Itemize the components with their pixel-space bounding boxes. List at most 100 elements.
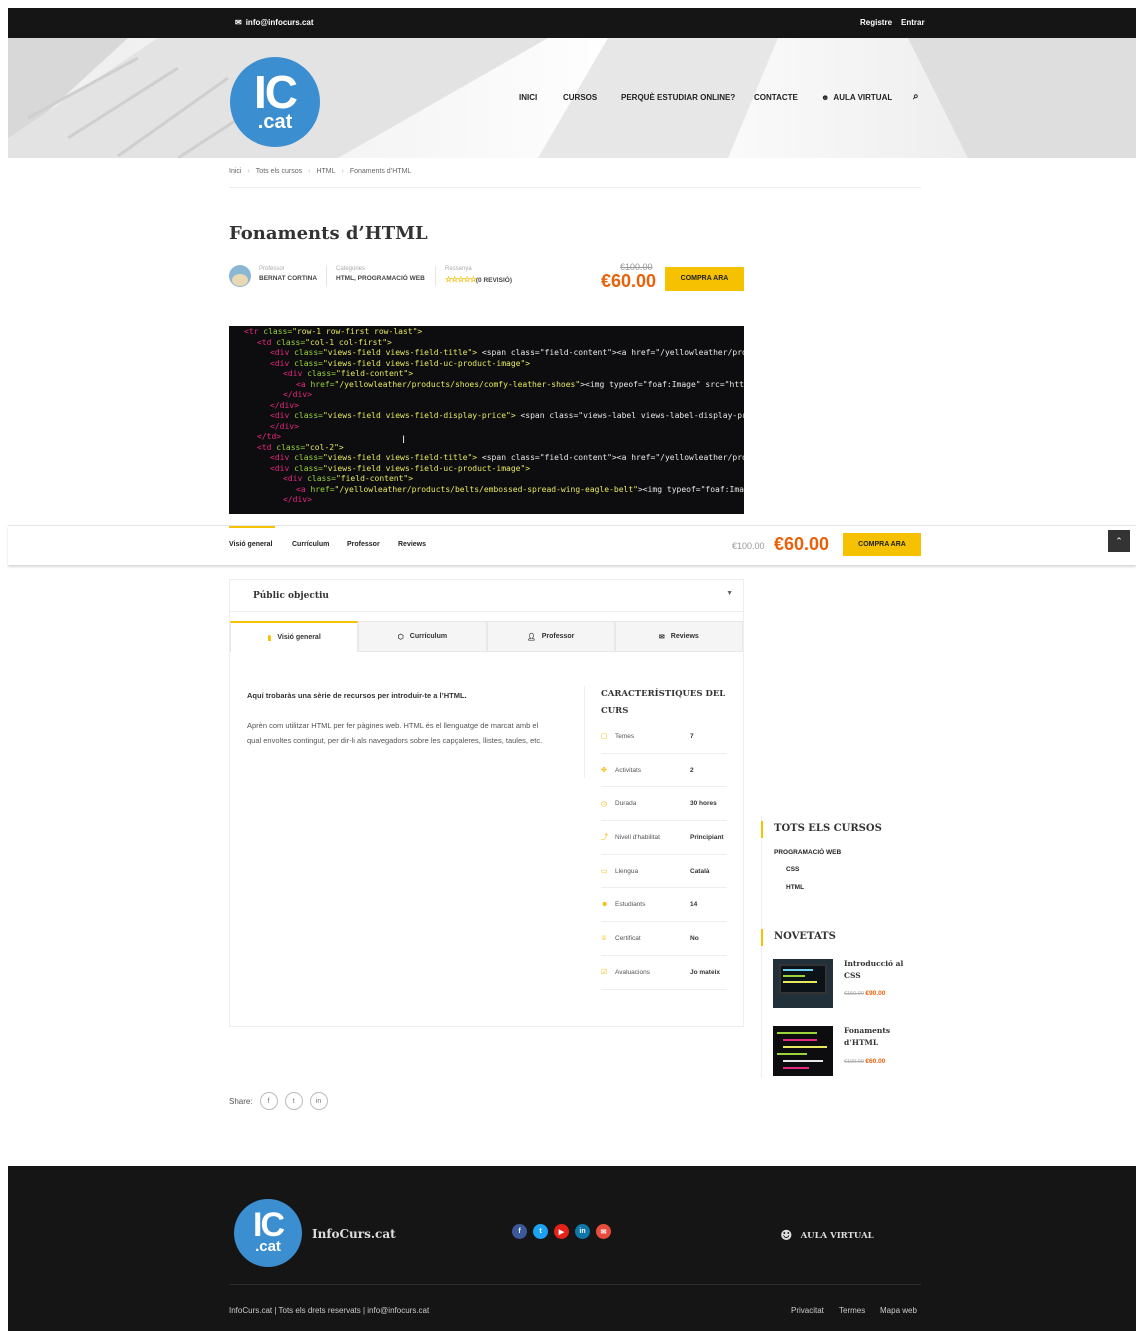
feature-label: Estudiants [615, 901, 646, 909]
nav-inici[interactable]: INICI [519, 93, 537, 102]
categories-value[interactable]: HTML, PROGRAMACIÓ WEB [336, 275, 425, 282]
tab-professor[interactable]: 👤︎ Professor [486, 621, 615, 652]
facebook-share-icon[interactable]: f [259, 1092, 278, 1110]
buy-button[interactable]: COMPRA ARA [665, 267, 744, 291]
feature-label: Activitats [615, 766, 642, 774]
new-course-title[interactable]: Fonaments d’HTML [844, 1025, 890, 1049]
certificate-icon: ♕ [601, 935, 608, 943]
tab-reviews[interactable]: ✉ Reviews [614, 621, 743, 652]
logo-ic: IC [254, 66, 298, 118]
new-course-title-line: Introducció al [844, 959, 904, 968]
tab-overview[interactable]: ▮ Visió general [230, 621, 359, 652]
course-tabs: ▮ Visió general ⬡ Currículum 👤︎ Professor ✉… [230, 621, 743, 652]
category-programacio-web[interactable]: PROGRAMACIÓ WEB [774, 849, 841, 856]
linkedin-icon[interactable]: in [575, 1224, 590, 1239]
clock-icon: ◷ [601, 800, 608, 808]
puzzle-icon: ✤ [601, 767, 607, 775]
new-course-thumb[interactable] [773, 959, 833, 1008]
feature-value: 7 [690, 732, 694, 740]
sticky-tab-overview[interactable]: Visió general [229, 541, 272, 548]
new-courses-title: NOVETATS [761, 929, 836, 946]
feature-label: Avaluacions [615, 968, 650, 976]
back-to-top-button[interactable]: ⌃ [1108, 530, 1130, 552]
tab-curriculum-label: Currículum [409, 633, 448, 640]
sticky-tab-professor[interactable]: Professor [347, 541, 380, 548]
feature-row: ▭ Llengua Català [601, 855, 727, 889]
category-html[interactable]: HTML [786, 884, 804, 891]
nav-aula-virtual[interactable]: ☻ AULA VIRTUAL [821, 93, 892, 102]
caret-down-icon: ▼ [726, 590, 733, 597]
code-line: <div class="views-field views-field-titl… [270, 348, 744, 357]
feature-value: Català [690, 867, 710, 875]
footer-aula-label: AULA VIRTUAL [800, 1231, 874, 1241]
users-icon: ☻ [780, 1228, 793, 1244]
nav-perque-estudiar[interactable]: PERQUÈ ESTUDIAR ONLINE? [621, 93, 735, 102]
nav-cursos[interactable]: CURSOS [563, 93, 597, 102]
footer-logo-cat: .cat [255, 1238, 281, 1255]
overview-intro: Aquí trobaràs una sèrie de recursos per … [247, 691, 467, 700]
code-line: </div> [283, 495, 312, 504]
course-features: CARACTERÍSTIQUES DEL CURS ▢ Temes 7 ✤ Activi… [584, 686, 727, 990]
new-course-title-line: Fonaments [844, 1026, 891, 1035]
feature-value: 2 [690, 766, 694, 774]
users-icon: ☻ [821, 93, 830, 102]
footer-link-privacitat[interactable]: Privacitat [791, 1306, 824, 1315]
feature-label: Llengua [615, 867, 639, 875]
footer-aula-virtual[interactable]: ☻ AULA VIRTUAL [780, 1228, 874, 1244]
code-line: <div class="views-field views-field-disp… [270, 411, 744, 420]
tab-reviews-label: Reviews [670, 633, 699, 640]
linkedin-share-icon[interactable]: in [309, 1092, 328, 1110]
new-course-prices: €100.00 €60.00 [844, 1058, 885, 1065]
footer-link-termes[interactable]: Termes [839, 1306, 865, 1315]
new-course-thumb[interactable] [773, 1026, 833, 1076]
email-icon[interactable]: ✉ [596, 1224, 611, 1239]
top-bar: ✉ info@infocurs.cat Registre Entrar [8, 8, 1136, 38]
new-course-old-price: €100.00 [844, 1059, 864, 1065]
new-course-title-line: d’HTML [844, 1038, 879, 1047]
code-line: <div class="views-field views-field-titl… [270, 453, 744, 462]
feature-label: Nivell d'habilitat [615, 833, 660, 841]
email-link[interactable]: ✉ info@infocurs.cat [235, 18, 314, 27]
footer-divider [229, 1284, 921, 1285]
overview-description: Aquí trobaràs una sèrie de recursos per … [247, 688, 547, 748]
youtube-icon[interactable]: ▶ [554, 1224, 569, 1239]
code-line: </td> [257, 432, 282, 441]
review-count: (0 REVISIÓ) [475, 277, 512, 284]
new-course-price: €60.00 [865, 1058, 886, 1065]
sticky-buy-button[interactable]: COMPRA ARA [843, 533, 921, 556]
envelope-icon: ✉ [235, 18, 242, 27]
breadcrumb-inici[interactable]: Inici [229, 168, 241, 175]
features-title: CARACTERÍSTIQUES DEL CURS [601, 689, 726, 716]
tab-curriculum[interactable]: ⬡ Currículum [358, 621, 487, 652]
footer-link-mapa[interactable]: Mapa web [880, 1306, 917, 1315]
breadcrumb-html[interactable]: HTML [316, 168, 335, 175]
new-course-title[interactable]: Introducció al CSS [844, 958, 903, 982]
footer-logo-ic: IC [253, 1206, 285, 1244]
code-line: <tr class="row-1 row-first row-last"> [244, 327, 423, 336]
new-course-old-price: €150.00 [844, 991, 864, 997]
twitter-share-icon[interactable]: t [284, 1092, 303, 1110]
audience-accordion[interactable]: Públic objectiu ▼ [230, 580, 743, 612]
teacher-avatar [229, 265, 251, 287]
tab-professor-label: Professor [541, 633, 575, 640]
twitter-icon[interactable]: t [533, 1224, 548, 1239]
category-css[interactable]: CSS [786, 866, 799, 873]
footer-copyright: InfoCurs.cat | Tots els drets reservats … [229, 1306, 430, 1315]
teacher-name[interactable]: BERNAT CORTINA [259, 275, 317, 282]
sticky-tab-curriculum[interactable]: Currículum [292, 541, 329, 548]
search-icon[interactable]: ⌕ [913, 91, 919, 102]
login-link[interactable]: Entrar [901, 18, 925, 27]
facebook-icon[interactable]: f [512, 1224, 527, 1239]
nav-contacte[interactable]: CONTACTE [754, 93, 798, 102]
course-title: Fonaments d’HTML [229, 223, 428, 244]
footer-logo[interactable]: IC .cat [234, 1199, 302, 1267]
code-line: <td class="col-2"> [257, 442, 344, 452]
register-link[interactable]: Registre [860, 18, 892, 27]
sticky-tab-reviews[interactable]: Reviews [398, 541, 426, 548]
site-logo[interactable]: IC .cat [230, 57, 320, 147]
footer: IC .cat InfoCurs.cat f t ▶ in ✉ ☻ AULA VIRTUA… [8, 1166, 1136, 1331]
review-label: Ressenya [445, 266, 472, 272]
text-cursor-icon: I [402, 434, 406, 446]
code-line: <div class="views-field views-field-uc-p… [270, 463, 531, 473]
breadcrumb-cursos[interactable]: Tots els cursos [256, 168, 302, 175]
